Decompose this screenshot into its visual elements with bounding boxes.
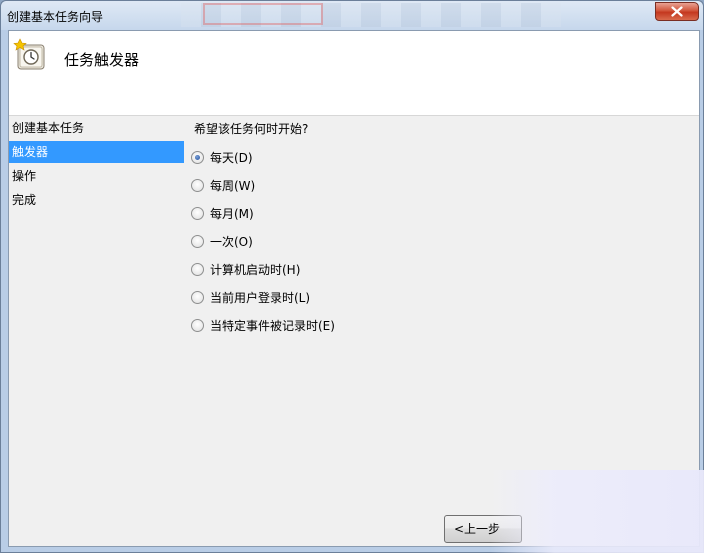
option-daily-label: 每天(D) bbox=[210, 150, 253, 165]
nav-step-finish[interactable]: 完成 bbox=[9, 189, 184, 211]
close-button[interactable] bbox=[655, 2, 699, 21]
radio-on-startup[interactable] bbox=[191, 262, 204, 276]
option-daily[interactable]: 每天(D) bbox=[191, 148, 253, 166]
option-on-logon-label: 当前用户登录时(L) bbox=[210, 290, 311, 305]
radio-daily[interactable] bbox=[191, 150, 204, 164]
option-monthly-label: 每月(M) bbox=[210, 206, 254, 221]
option-monthly[interactable]: 每月(M) bbox=[191, 204, 254, 222]
radio-once[interactable] bbox=[191, 234, 204, 248]
trigger-options-panel: 希望该任务何时开始? 每天(D) 每周(W) 每月(M) 一次(O) 计算机启动… bbox=[191, 117, 691, 517]
option-on-startup[interactable]: 计算机启动时(H) bbox=[191, 260, 300, 278]
trigger-question: 希望该任务何时开始? bbox=[194, 122, 309, 136]
option-on-event-label: 当特定事件被记录时(E) bbox=[210, 318, 335, 333]
option-weekly[interactable]: 每周(W) bbox=[191, 176, 255, 194]
nav-step-trigger[interactable]: 触发器 bbox=[9, 141, 184, 163]
wizard-window: 创建基本任务向导 任务触发器 创建基本任务 触发器 操作 完成 希望该任务何时开… bbox=[0, 0, 704, 553]
wizard-content: 任务触发器 创建基本任务 触发器 操作 完成 希望该任务何时开始? 每天(D) … bbox=[8, 30, 700, 547]
title-bar[interactable]: 创建基本任务向导 bbox=[1, 1, 703, 30]
option-on-startup-label: 计算机启动时(H) bbox=[210, 262, 301, 277]
option-once-label: 一次(O) bbox=[210, 234, 253, 249]
wizard-header: 任务触发器 bbox=[9, 31, 699, 116]
nav-step-action[interactable]: 操作 bbox=[9, 165, 184, 187]
option-on-logon[interactable]: 当前用户登录时(L) bbox=[191, 288, 310, 306]
background-highlight-box bbox=[203, 3, 323, 25]
radio-on-event[interactable] bbox=[191, 318, 204, 332]
option-weekly-label: 每周(W) bbox=[210, 178, 256, 193]
close-icon bbox=[671, 6, 683, 17]
option-once[interactable]: 一次(O) bbox=[191, 232, 253, 250]
radio-monthly[interactable] bbox=[191, 206, 204, 220]
task-scheduler-clock-icon bbox=[13, 38, 45, 70]
wizard-steps-nav: 创建基本任务 触发器 操作 完成 bbox=[9, 117, 184, 547]
window-title: 创建基本任务向导 bbox=[7, 10, 104, 24]
back-button[interactable]: <上一步 bbox=[444, 515, 522, 543]
radio-on-logon[interactable] bbox=[191, 290, 204, 304]
nav-step-create-basic-task[interactable]: 创建基本任务 bbox=[9, 117, 184, 139]
radio-weekly[interactable] bbox=[191, 178, 204, 192]
page-title: 任务触发器 bbox=[64, 51, 140, 69]
option-on-event[interactable]: 当特定事件被记录时(E) bbox=[191, 316, 335, 334]
